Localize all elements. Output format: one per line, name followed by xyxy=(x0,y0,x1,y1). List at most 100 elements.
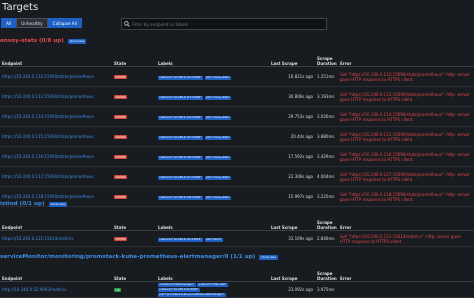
pool-header-envoy-stats: envoy-stats (0/8 up) show less xyxy=(0,38,87,44)
scrape-duration: 3.975ms xyxy=(315,281,338,298)
label-badge: instance="10.240.0.117:15090" xyxy=(158,175,203,180)
last-scrape: 17.592s ago xyxy=(269,146,315,167)
col-state: State xyxy=(112,267,156,282)
label-badge: instance="10.240.0.112:15090" xyxy=(158,75,203,80)
last-scrape: 22.306s ago xyxy=(269,166,315,187)
endpoint-link[interactable]: https://10.240.0.116:15090/stats/prometh… xyxy=(2,154,94,159)
col-error: Error xyxy=(338,267,474,282)
pool-header-alertmanager: serviceMonitor/monitoring/promstack-kube… xyxy=(0,254,278,260)
table-row: https://10.240.0.113:15090/stats/prometh… xyxy=(0,86,474,107)
col-scrape-duration: Scrape Duration xyxy=(315,56,338,67)
col-error: Error xyxy=(338,56,474,67)
table-row: http://10.240.0.52:9093/metrics UP conta… xyxy=(0,281,474,298)
col-endpoint: Endpoint xyxy=(0,267,112,282)
last-scrape: 10.821s ago xyxy=(269,66,315,87)
table-row: https://10.240.0.121:15014/metrics DOWN … xyxy=(0,230,474,247)
endpoint-link[interactable]: https://10.240.0.112:15090/stats/prometh… xyxy=(2,74,94,79)
scrape-duration: 1.251ms xyxy=(315,66,338,87)
table-row: https://10.240.0.118:15090/stats/prometh… xyxy=(0,186,474,207)
pool-title[interactable]: serviceMonitor/monitoring/promstack-kube… xyxy=(0,254,255,260)
status-badge: DOWN xyxy=(114,195,127,199)
last-scrape: 33.169s ago xyxy=(269,230,315,247)
col-labels: Labels xyxy=(156,220,269,231)
table-row: https://10.240.0.117:15090/stats/prometh… xyxy=(0,166,474,187)
endpoint-link[interactable]: https://10.240.0.121:15014/metrics xyxy=(2,236,73,241)
label-badge: job="envoy-stats" xyxy=(204,75,232,80)
label-badge: instance="10.240.0.118:15090" xyxy=(158,195,203,200)
error-text xyxy=(338,281,474,298)
collapse-all-button[interactable]: Collapse All xyxy=(47,18,82,28)
endpoint-link[interactable]: https://10.240.0.117:15090/stats/prometh… xyxy=(2,174,94,179)
col-last-scrape: Last Scrape xyxy=(269,220,315,231)
col-scrape-duration: Scrape Duration xyxy=(315,267,338,282)
status-badge: DOWN xyxy=(114,237,127,241)
filter-bar: All Unhealthy Collapse All xyxy=(1,18,82,28)
status-badge: DOWN xyxy=(114,115,127,119)
pool-title[interactable]: envoy-stats (0/8 up) xyxy=(0,38,64,44)
col-error: Error xyxy=(338,220,474,231)
label-badge: job="envoy-stats" xyxy=(204,95,232,100)
pool-header-istiod: istiod (0/1 up) show less xyxy=(0,201,68,207)
search-input[interactable] xyxy=(132,21,326,27)
label-badge: job="promstack-kube-prometheus-alertmana… xyxy=(158,292,226,296)
label-badge: instance="10.240.0.52:9093" xyxy=(158,287,200,292)
label-badge: job="istiod" xyxy=(204,237,224,242)
col-endpoint: Endpoint xyxy=(0,220,112,231)
targets-table-istiod: Endpoint State Labels Last Scrape Scrape… xyxy=(0,220,474,247)
label-badge: instance="10.240.0.115:15090" xyxy=(158,135,203,140)
targets-table-alertmanager: Endpoint State Labels Last Scrape Scrape… xyxy=(0,267,474,298)
error-text: Get "https://10.240.0.118:15090/stats/pr… xyxy=(338,186,474,207)
filter-all-button[interactable]: All xyxy=(1,18,17,28)
endpoint-link[interactable]: https://10.240.0.113:15090/stats/prometh… xyxy=(2,94,94,99)
search-box xyxy=(121,18,327,30)
endpoint-link[interactable]: https://10.240.0.115:15090/stats/prometh… xyxy=(2,134,94,139)
error-text: Get "https://10.240.0.113:15090/stats/pr… xyxy=(338,86,474,107)
show-less-button[interactable]: show less xyxy=(48,201,68,207)
error-text: Get "https://10.240.0.112:15090/stats/pr… xyxy=(338,66,474,87)
label-badge: job="envoy-stats" xyxy=(204,195,232,200)
label-badge: container="alertmanager" xyxy=(158,282,196,287)
scrape-duration: 3.026ms xyxy=(315,106,338,127)
filter-unhealthy-button[interactable]: Unhealthy xyxy=(16,18,48,28)
last-scrape: 29.753s ago xyxy=(269,106,315,127)
label-badge: instance="10.240.0.113:15090" xyxy=(158,95,203,100)
col-state: State xyxy=(112,56,156,67)
label-badge: job="envoy-stats" xyxy=(204,175,232,180)
col-endpoint: Endpoint xyxy=(0,56,112,67)
scrape-duration: 3.225ms xyxy=(315,186,338,207)
last-scrape: 23.092s ago xyxy=(269,281,315,298)
label-badge: job="envoy-stats" xyxy=(204,135,232,140)
pool-title[interactable]: istiod (0/1 up) xyxy=(0,201,45,207)
col-last-scrape: Last Scrape xyxy=(269,267,315,282)
targets-table-envoy-stats: Endpoint State Labels Last Scrape Scrape… xyxy=(0,56,474,207)
error-text: Get "https://10.240.0.115:15090/stats/pr… xyxy=(338,126,474,147)
label-badge: instance="10.240.0.116:15090" xyxy=(158,155,203,160)
scrape-duration: 3.193ms xyxy=(315,86,338,107)
error-text: Get "https://10.240.0.117:15090/stats/pr… xyxy=(338,166,474,187)
page-title: Targets xyxy=(2,2,39,13)
status-badge: DOWN xyxy=(114,135,127,139)
table-row: https://10.240.0.116:15090/stats/prometh… xyxy=(0,146,474,167)
scrape-duration: 4.004ms xyxy=(315,166,338,187)
table-row: https://10.240.0.115:15090/stats/prometh… xyxy=(0,126,474,147)
col-labels: Labels xyxy=(156,56,269,67)
error-text: Get "https://10.240.0.121:15014/metrics"… xyxy=(338,230,474,247)
table-row: https://10.240.0.114:15090/stats/prometh… xyxy=(0,106,474,127)
last-scrape: 30.806s ago xyxy=(269,86,315,107)
status-badge: DOWN xyxy=(114,175,127,179)
error-text: Get "https://10.240.0.114:15090/stats/pr… xyxy=(338,106,474,127)
search-icon xyxy=(122,19,132,29)
endpoint-link[interactable]: http://10.240.0.52:9093/metrics xyxy=(2,287,66,292)
endpoint-link[interactable]: https://10.240.0.114:15090/stats/prometh… xyxy=(2,114,94,119)
col-scrape-duration: Scrape Duration xyxy=(315,220,338,231)
col-state: State xyxy=(112,220,156,231)
table-row: https://10.240.0.112:15090/stats/prometh… xyxy=(0,66,474,87)
scrape-duration: 3.880ms xyxy=(315,126,338,147)
endpoint-link[interactable]: https://10.240.0.118:15090/stats/prometh… xyxy=(2,194,94,199)
scrape-duration: 3.429ms xyxy=(315,146,338,167)
status-badge: UP xyxy=(114,287,122,292)
show-less-button[interactable]: show less xyxy=(259,254,278,260)
col-labels: Labels xyxy=(156,267,269,282)
error-text: Get "https://10.240.0.116:15090/stats/pr… xyxy=(338,146,474,167)
show-less-button[interactable]: show less xyxy=(67,38,87,44)
